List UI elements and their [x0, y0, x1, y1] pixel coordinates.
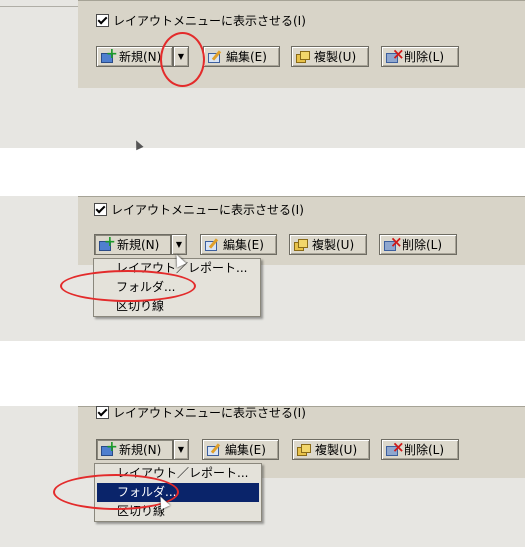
edit-icon: [207, 50, 223, 64]
edit-icon: [204, 238, 220, 252]
delete-icon: [385, 438, 405, 457]
copy-icon: [295, 50, 311, 64]
edit-button[interactable]: 編集(E): [200, 234, 277, 255]
show-in-layout-menu-checkbox[interactable]: レイアウトメニューに表示させる(I): [96, 12, 306, 29]
edit-button[interactable]: 編集(E): [203, 46, 280, 67]
edit-button[interactable]: 編集(E): [202, 439, 279, 460]
new-button[interactable]: 新規(N): [96, 439, 173, 460]
edit-button-label: 編集(E): [223, 238, 264, 252]
copy-button[interactable]: 複製(U): [292, 439, 370, 460]
checkbox-checked-icon[interactable]: [96, 14, 109, 27]
copy-button-label: 複製(U): [314, 50, 357, 64]
delete-button[interactable]: 削除(L): [379, 233, 457, 255]
copy-button-label: 複製(U): [315, 443, 358, 457]
checkbox-checked-icon[interactable]: [94, 203, 107, 216]
copy-icon: [293, 238, 309, 252]
copy-button[interactable]: 複製(U): [291, 46, 369, 67]
new-icon: [98, 234, 116, 252]
background-area: [0, 196, 78, 341]
delete-button-label: 削除(L): [404, 50, 445, 64]
annotation-circle: [160, 32, 205, 87]
divider: [0, 6, 78, 7]
new-icon: [100, 46, 118, 64]
delete-button-label: 削除(L): [404, 443, 445, 457]
new-button-label: 新規(N): [119, 443, 162, 457]
checkbox-label: レイアウトメニューに表示させる(I): [111, 203, 304, 217]
annotation-circle: [60, 270, 196, 302]
new-dropdown-button[interactable]: ▼: [171, 234, 187, 255]
checkbox-label: レイアウトメニューに表示させる(I): [113, 14, 306, 28]
edit-button-label: 編集(E): [225, 443, 266, 457]
edit-button-label: 編集(E): [226, 50, 267, 64]
show-in-layout-menu-checkbox[interactable]: レイアウトメニューに表示させる(I): [94, 201, 304, 218]
copy-button[interactable]: 複製(U): [289, 234, 367, 255]
checkbox-checked-icon[interactable]: [96, 406, 109, 419]
copy-button-label: 複製(U): [312, 238, 355, 252]
delete-button[interactable]: 削除(L): [381, 45, 459, 67]
new-button[interactable]: 新規(N): [94, 234, 171, 255]
checkbox-label: レイアウトメニューに表示させる(I): [113, 406, 306, 420]
chevron-down-icon: ▼: [175, 240, 183, 249]
show-in-layout-menu-checkbox[interactable]: レイアウトメニューに表示させる(I): [96, 404, 306, 421]
copy-icon: [296, 443, 312, 457]
new-icon: [100, 439, 118, 457]
chevron-down-icon: ▼: [177, 445, 185, 454]
background-area: [0, 406, 78, 547]
delete-icon: [385, 45, 405, 64]
empty-area: [0, 88, 525, 148]
delete-button-label: 削除(L): [402, 238, 443, 252]
delete-button[interactable]: 削除(L): [381, 438, 459, 460]
new-dropdown-button[interactable]: ▼: [173, 439, 189, 460]
delete-icon: [383, 233, 403, 252]
edit-icon: [206, 443, 222, 457]
new-button-label: 新規(N): [117, 238, 160, 252]
new-button-label: 新規(N): [119, 50, 162, 64]
